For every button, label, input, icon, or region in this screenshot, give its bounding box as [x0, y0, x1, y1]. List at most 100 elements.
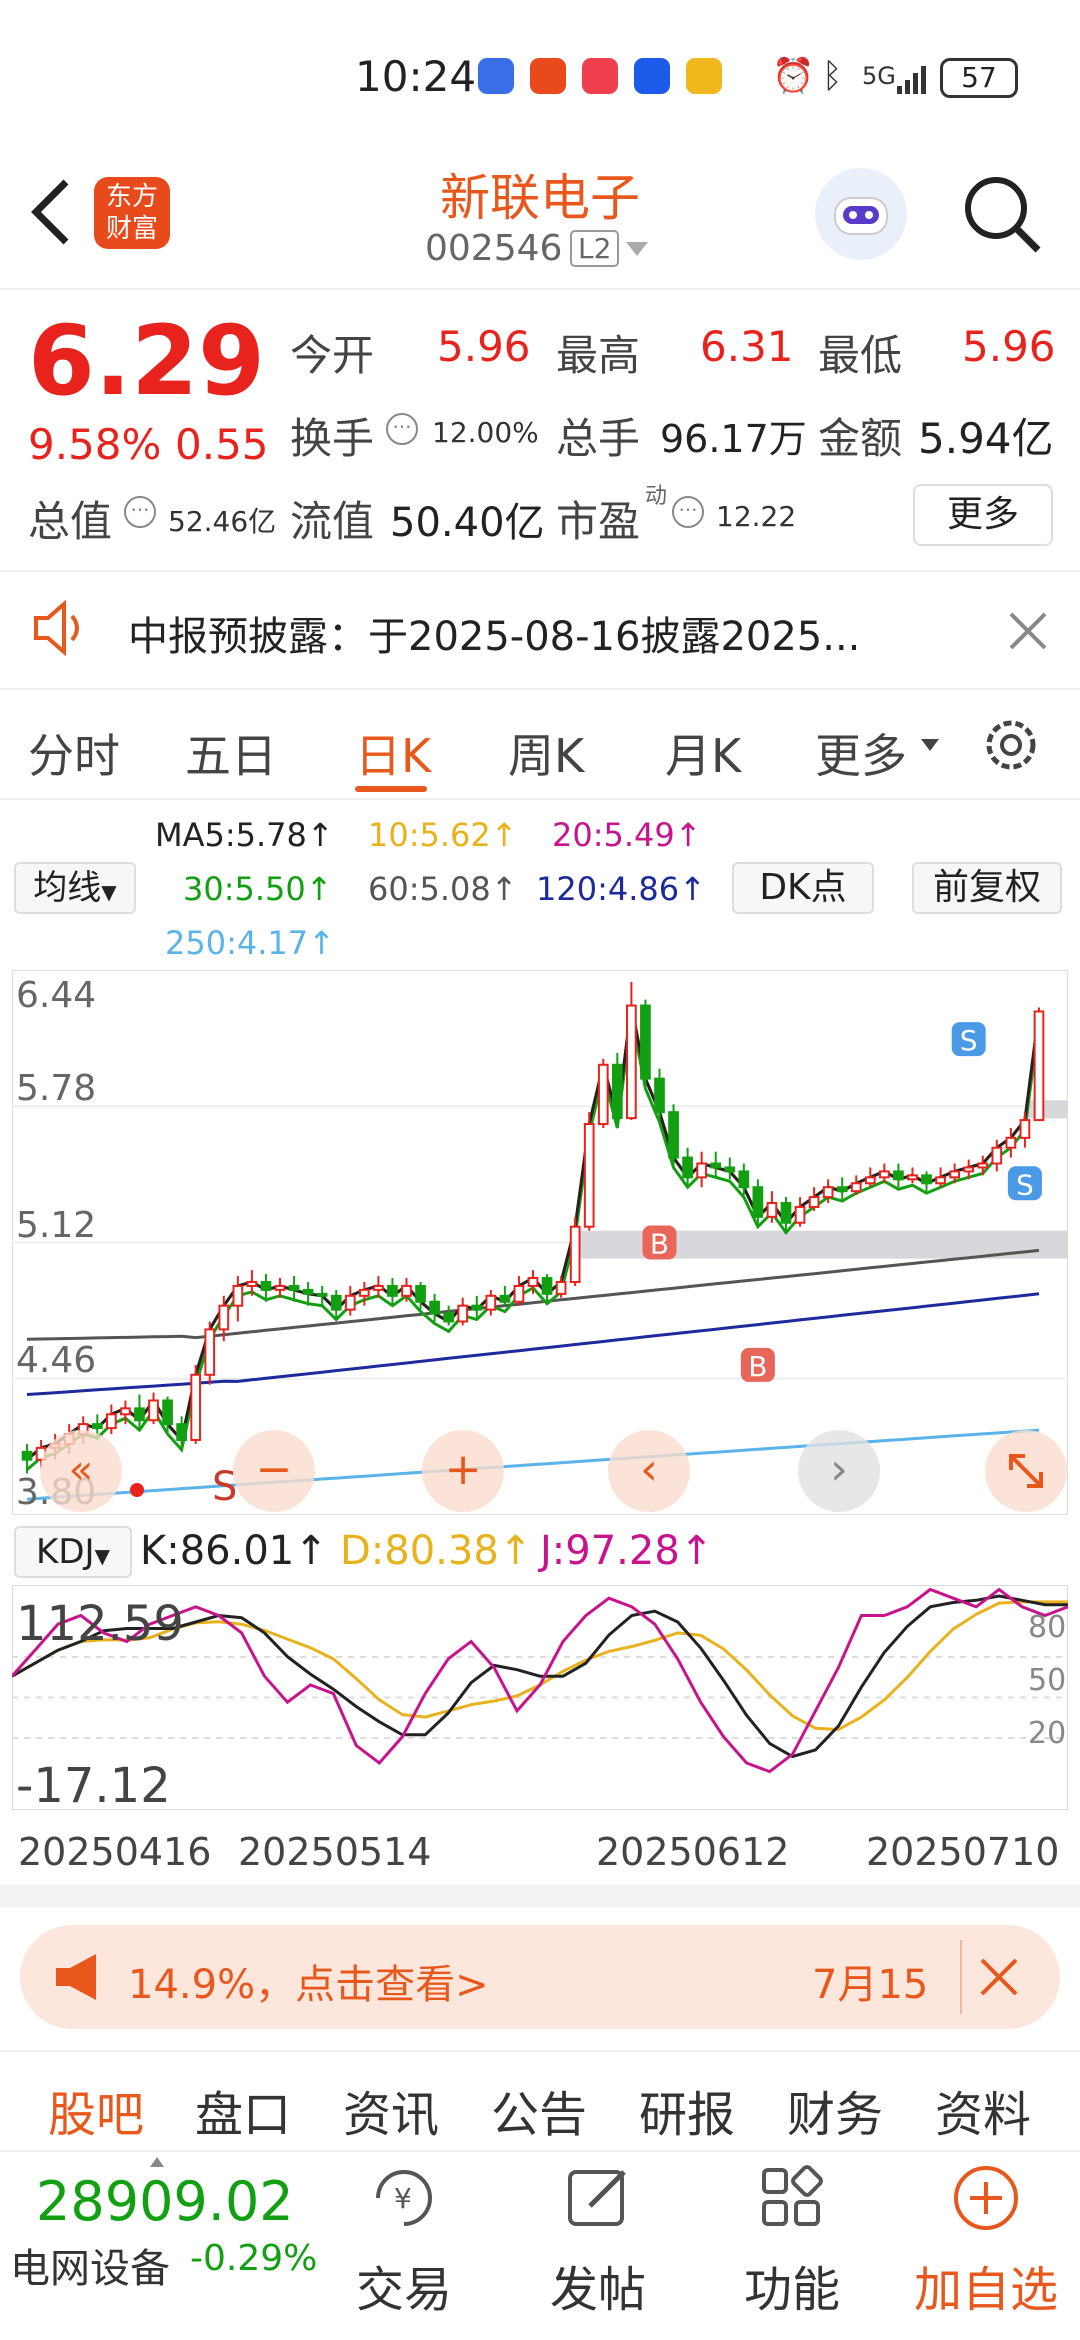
- candle-body: [415, 1284, 426, 1303]
- tab-research[interactable]: 研报: [639, 2075, 735, 2145]
- candle-body: [429, 1300, 440, 1315]
- close-icon[interactable]: [978, 1956, 1020, 1998]
- volume-label: 总手: [556, 414, 641, 463]
- candle-body: [1005, 1136, 1017, 1149]
- candle-body: [597, 1063, 609, 1126]
- tab-announcements[interactable]: 公告: [491, 2075, 587, 2145]
- level-badge[interactable]: L2: [570, 230, 620, 267]
- scroll-start-button[interactable]: «: [40, 1430, 122, 1512]
- fullscreen-icon[interactable]: [985, 1430, 1067, 1512]
- y-tick-label: 4.46: [16, 1340, 97, 1381]
- tab-monthly[interactable]: 月K: [665, 720, 741, 786]
- index-change: -0.29%: [190, 2238, 318, 2279]
- apps-icon[interactable]: [756, 2162, 828, 2234]
- sell-marker-text: S: [1016, 1168, 1034, 1201]
- candle-body: [949, 1170, 961, 1179]
- high-label: 最高: [556, 331, 641, 380]
- info-icon[interactable]: ···: [124, 496, 156, 528]
- info-icon[interactable]: ···: [386, 413, 418, 445]
- kdj-bottom-label: -17.12: [16, 1758, 171, 1814]
- tab-more[interactable]: 更多: [815, 720, 907, 786]
- bluetooth-icon: ᛒ: [822, 56, 843, 96]
- candle-body: [907, 1174, 918, 1181]
- candle-body: [921, 1174, 932, 1185]
- kdj-d: D:80.38↑: [340, 1528, 533, 1574]
- tab-intraday[interactable]: 分时: [28, 720, 120, 786]
- candle-body: [91, 1423, 103, 1430]
- candle-body: [134, 1407, 145, 1422]
- indicator-select[interactable]: KDJ▼: [14, 1526, 132, 1578]
- candle-body: [499, 1294, 511, 1303]
- status-bar: 10:24 ⏰ ᛒ 5G 57: [0, 0, 1080, 150]
- more-quote-button[interactable]: 更多: [913, 484, 1053, 546]
- tab-daily[interactable]: 日K: [355, 720, 431, 786]
- change-amount: 0.55: [175, 420, 269, 469]
- ma-select[interactable]: 均线▼: [14, 862, 136, 914]
- ma60-line: [26, 1248, 1040, 1341]
- candle-body: [738, 1170, 750, 1189]
- tab-forum[interactable]: 股吧: [48, 2075, 144, 2145]
- battery-icon: 57: [940, 58, 1018, 98]
- signal-dot: [130, 1483, 144, 1497]
- dock-trade[interactable]: 交易: [324, 2250, 484, 2320]
- tab-orderbook[interactable]: 盘口: [195, 2075, 291, 2145]
- info-icon[interactable]: ···: [672, 496, 704, 528]
- tab-weekly[interactable]: 周K: [508, 720, 584, 786]
- bulb-icon: [634, 58, 670, 94]
- more-dropdown-icon[interactable]: [920, 738, 940, 754]
- candle-body: [682, 1156, 693, 1179]
- candle-body: [555, 1280, 567, 1295]
- tab-5day[interactable]: 五日: [185, 720, 277, 786]
- chat-icon: [686, 58, 722, 94]
- float-label: 流值: [290, 497, 375, 546]
- compose-icon[interactable]: [562, 2162, 634, 2234]
- robot-avatar-icon[interactable]: [815, 168, 907, 260]
- candle-body: [288, 1284, 300, 1291]
- candle-body: [457, 1304, 469, 1323]
- y-tick-label: 5.78: [16, 1068, 97, 1109]
- candlestick-chart[interactable]: BBSSS: [12, 970, 1068, 1515]
- scroll-left-button[interactable]: ‹: [608, 1430, 690, 1512]
- zoom-in-button[interactable]: +: [422, 1430, 504, 1512]
- ad-text[interactable]: 14.9%，点击查看>: [128, 1952, 489, 2010]
- candle-body: [822, 1186, 834, 1199]
- dk-point-button[interactable]: DK点: [732, 862, 874, 914]
- trade-icon[interactable]: ¥: [368, 2162, 440, 2234]
- candle-body: [808, 1196, 820, 1208]
- ma30-label: 30:5.50↑: [183, 870, 333, 908]
- candle-body: [401, 1284, 412, 1297]
- candle-body: [316, 1292, 328, 1297]
- tab-financials[interactable]: 财务: [787, 2075, 883, 2145]
- settings-icon[interactable]: [980, 714, 1042, 776]
- candle-body: [977, 1162, 989, 1169]
- kdj-j: J:97.28↑: [540, 1528, 714, 1574]
- scroll-right-button[interactable]: ›: [798, 1430, 880, 1512]
- dock-post[interactable]: 发帖: [518, 2250, 678, 2320]
- signal-bars-icon: [895, 62, 929, 96]
- sell-marker-text: S: [960, 1024, 978, 1057]
- dock-add-watchlist[interactable]: 加自选: [906, 2250, 1066, 2320]
- index-value[interactable]: 28909.02: [36, 2170, 294, 2233]
- candle-body: [260, 1280, 272, 1291]
- speaker-icon: [30, 598, 90, 658]
- candle-body: [274, 1284, 286, 1291]
- zoom-out-button[interactable]: −: [233, 1430, 315, 1512]
- dropdown-icon[interactable]: [624, 240, 650, 260]
- buy-marker-text: B: [650, 1228, 669, 1261]
- search-icon[interactable]: [960, 172, 1044, 256]
- add-icon[interactable]: [950, 2162, 1022, 2234]
- x-tick-label: 20250710: [866, 1830, 1060, 1874]
- candle-body: [232, 1284, 244, 1307]
- tab-news[interactable]: 资讯: [343, 2075, 439, 2145]
- notice-text[interactable]: 中报预披露：于2025-08-16披露2025...: [128, 604, 908, 662]
- dock-functions[interactable]: 功能: [712, 2250, 872, 2320]
- candle-body: [218, 1304, 230, 1331]
- tab-profile[interactable]: 资料: [935, 2075, 1031, 2145]
- adjust-button[interactable]: 前复权: [912, 862, 1062, 914]
- amount-value: 5.94亿: [918, 414, 1054, 463]
- candle-body: [583, 1123, 595, 1228]
- candle-body: [246, 1280, 258, 1287]
- mktcap-label: 总值: [28, 497, 113, 546]
- candle-body: [836, 1186, 848, 1193]
- close-icon[interactable]: [1005, 608, 1051, 654]
